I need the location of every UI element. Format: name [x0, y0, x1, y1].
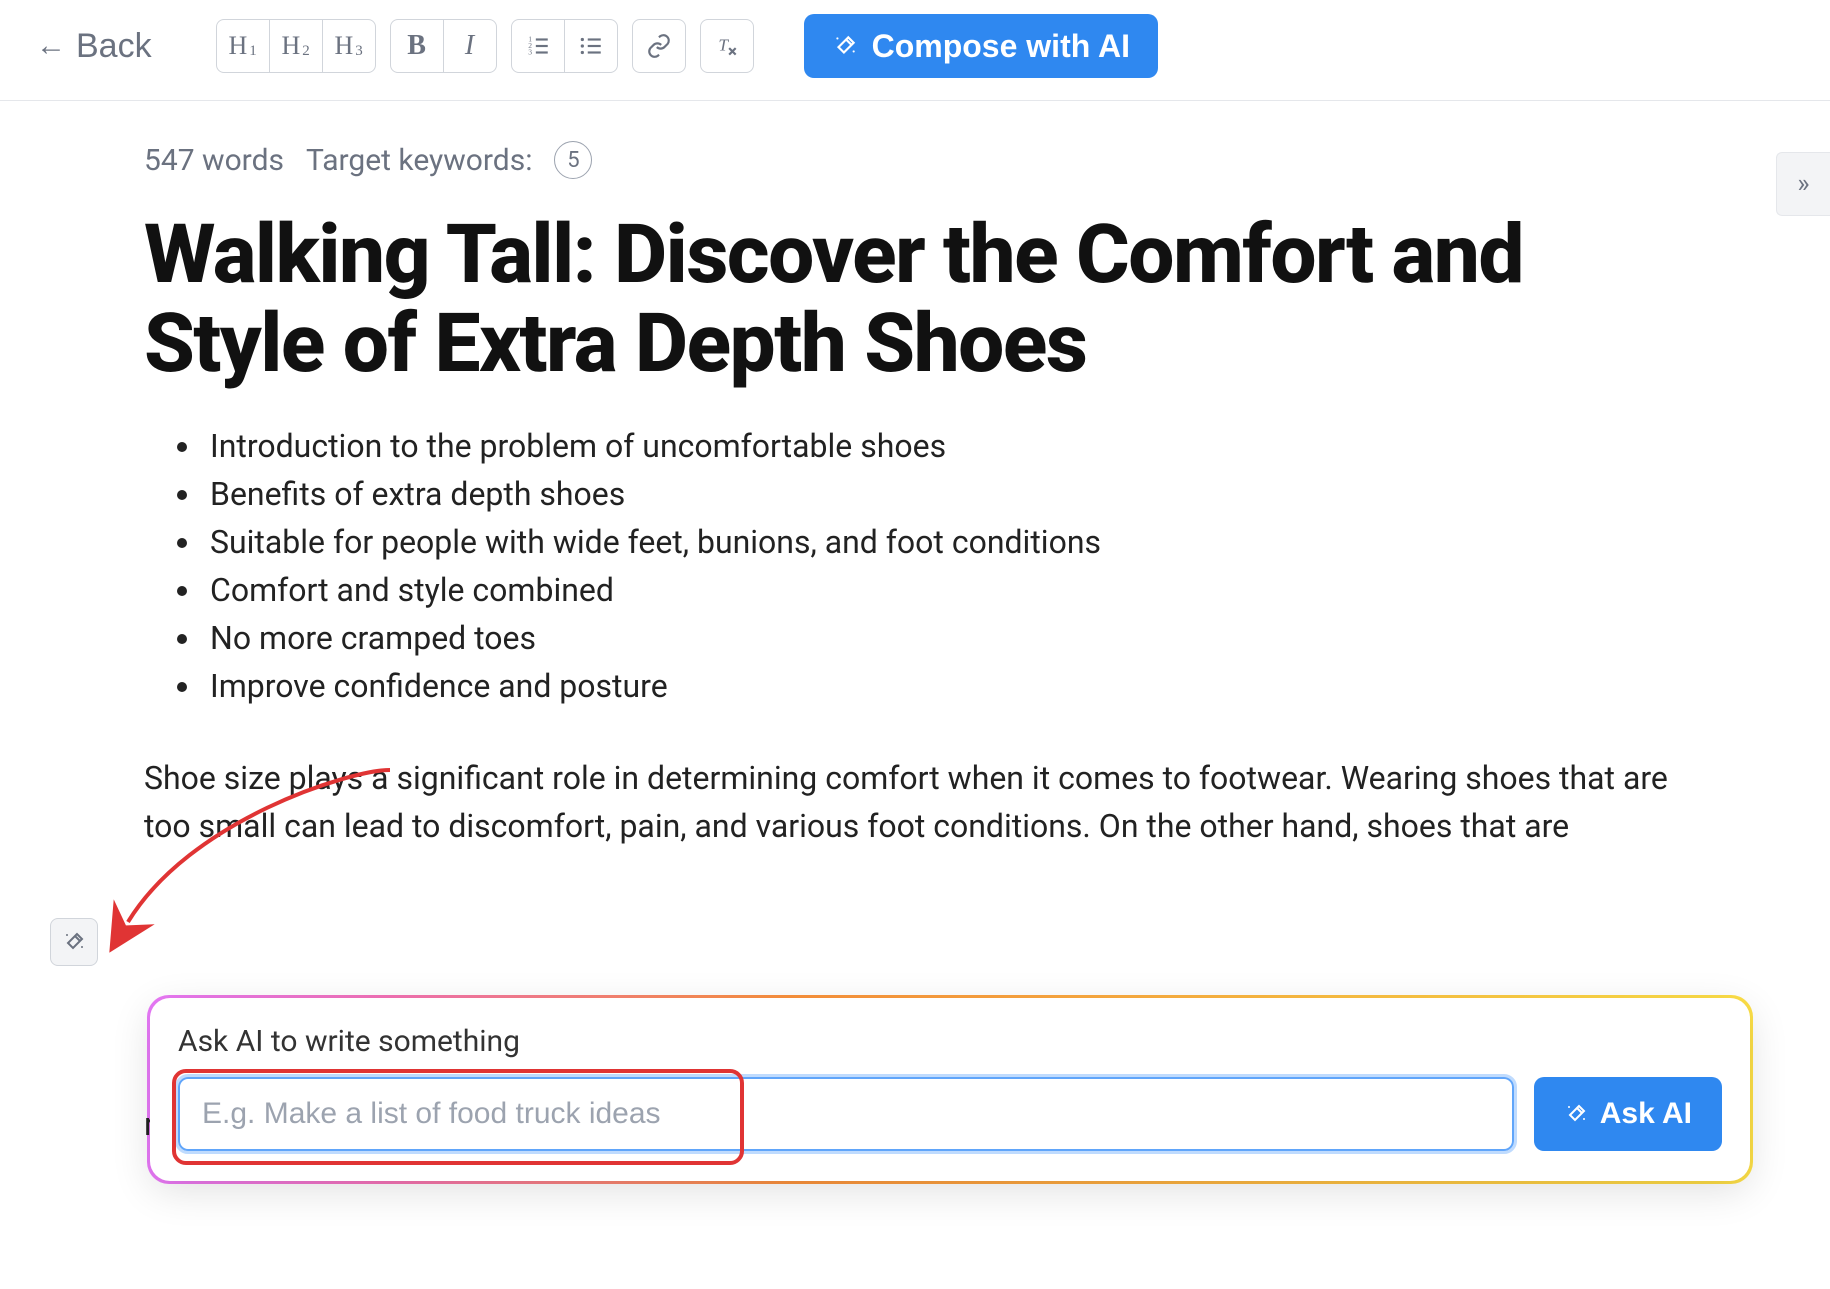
editor-toolbar: ← Back H1 H2 H3 B I 123 T — [0, 0, 1830, 101]
italic-button[interactable]: I — [443, 19, 497, 73]
word-count: 547 words — [144, 143, 284, 178]
h3-button[interactable]: H3 — [322, 19, 376, 73]
clear-group: T — [700, 19, 754, 73]
back-button[interactable]: ← Back — [36, 27, 152, 66]
unordered-list-button[interactable] — [564, 19, 618, 73]
unordered-list-icon — [578, 33, 604, 59]
ask-ai-input[interactable] — [178, 1077, 1514, 1151]
editor-content: 547 words Target keywords: 5 Walking Tal… — [0, 101, 1700, 850]
clear-formatting-icon: T — [714, 33, 740, 59]
ask-ai-button[interactable]: Ask AI — [1534, 1077, 1722, 1151]
svg-text:3: 3 — [528, 48, 532, 57]
link-button[interactable] — [632, 19, 686, 73]
ask-ai-popover: Ask AI to write something Ask AI — [150, 998, 1750, 1181]
document-title[interactable]: Walking Tall: Discover the Comfort and S… — [144, 211, 1670, 388]
compose-with-ai-button[interactable]: Compose with AI — [804, 14, 1158, 78]
svg-text:T: T — [718, 35, 729, 54]
chevrons-right-icon: » — [1797, 169, 1809, 199]
list-group: 123 — [511, 19, 618, 73]
ordered-list-button[interactable]: 123 — [511, 19, 565, 73]
compose-label: Compose with AI — [872, 28, 1130, 65]
heading-group: H1 H2 H3 — [216, 19, 376, 73]
inline-ai-handle[interactable] — [50, 918, 98, 966]
wand-icon — [1564, 1102, 1588, 1126]
ask-ai-button-label: Ask AI — [1600, 1097, 1692, 1131]
keyword-count-badge[interactable]: 5 — [554, 141, 592, 179]
list-item[interactable]: Improve confidence and posture — [204, 662, 1670, 710]
list-item[interactable]: Benefits of extra depth shoes — [204, 470, 1670, 518]
h2-button[interactable]: H2 — [269, 19, 323, 73]
format-group: B I — [390, 19, 497, 73]
arrow-left-icon: ← — [36, 31, 66, 61]
list-item[interactable]: Comfort and style combined — [204, 566, 1670, 614]
clear-formatting-button[interactable]: T — [700, 19, 754, 73]
h1-button[interactable]: H1 — [216, 19, 270, 73]
bold-button[interactable]: B — [390, 19, 444, 73]
link-icon — [646, 33, 672, 59]
back-label: Back — [76, 27, 152, 66]
list-item[interactable]: Suitable for people with wide feet, buni… — [204, 518, 1670, 566]
ask-ai-label: Ask AI to write something — [178, 1024, 1722, 1059]
keywords-label: Target keywords: — [306, 143, 533, 178]
list-item[interactable]: Introduction to the problem of uncomfort… — [204, 422, 1670, 470]
ordered-list-icon: 123 — [525, 33, 551, 59]
wand-icon — [62, 930, 86, 954]
list-item[interactable]: No more cramped toes — [204, 614, 1670, 662]
sparkle-icon — [832, 33, 858, 59]
outline-list[interactable]: Introduction to the problem of uncomfort… — [204, 422, 1670, 710]
link-group — [632, 19, 686, 73]
expand-sidebar-button[interactable]: » — [1776, 152, 1830, 216]
document-meta: 547 words Target keywords: 5 — [144, 141, 1670, 179]
body-paragraph-1[interactable]: Shoe size plays a significant role in de… — [144, 754, 1670, 850]
